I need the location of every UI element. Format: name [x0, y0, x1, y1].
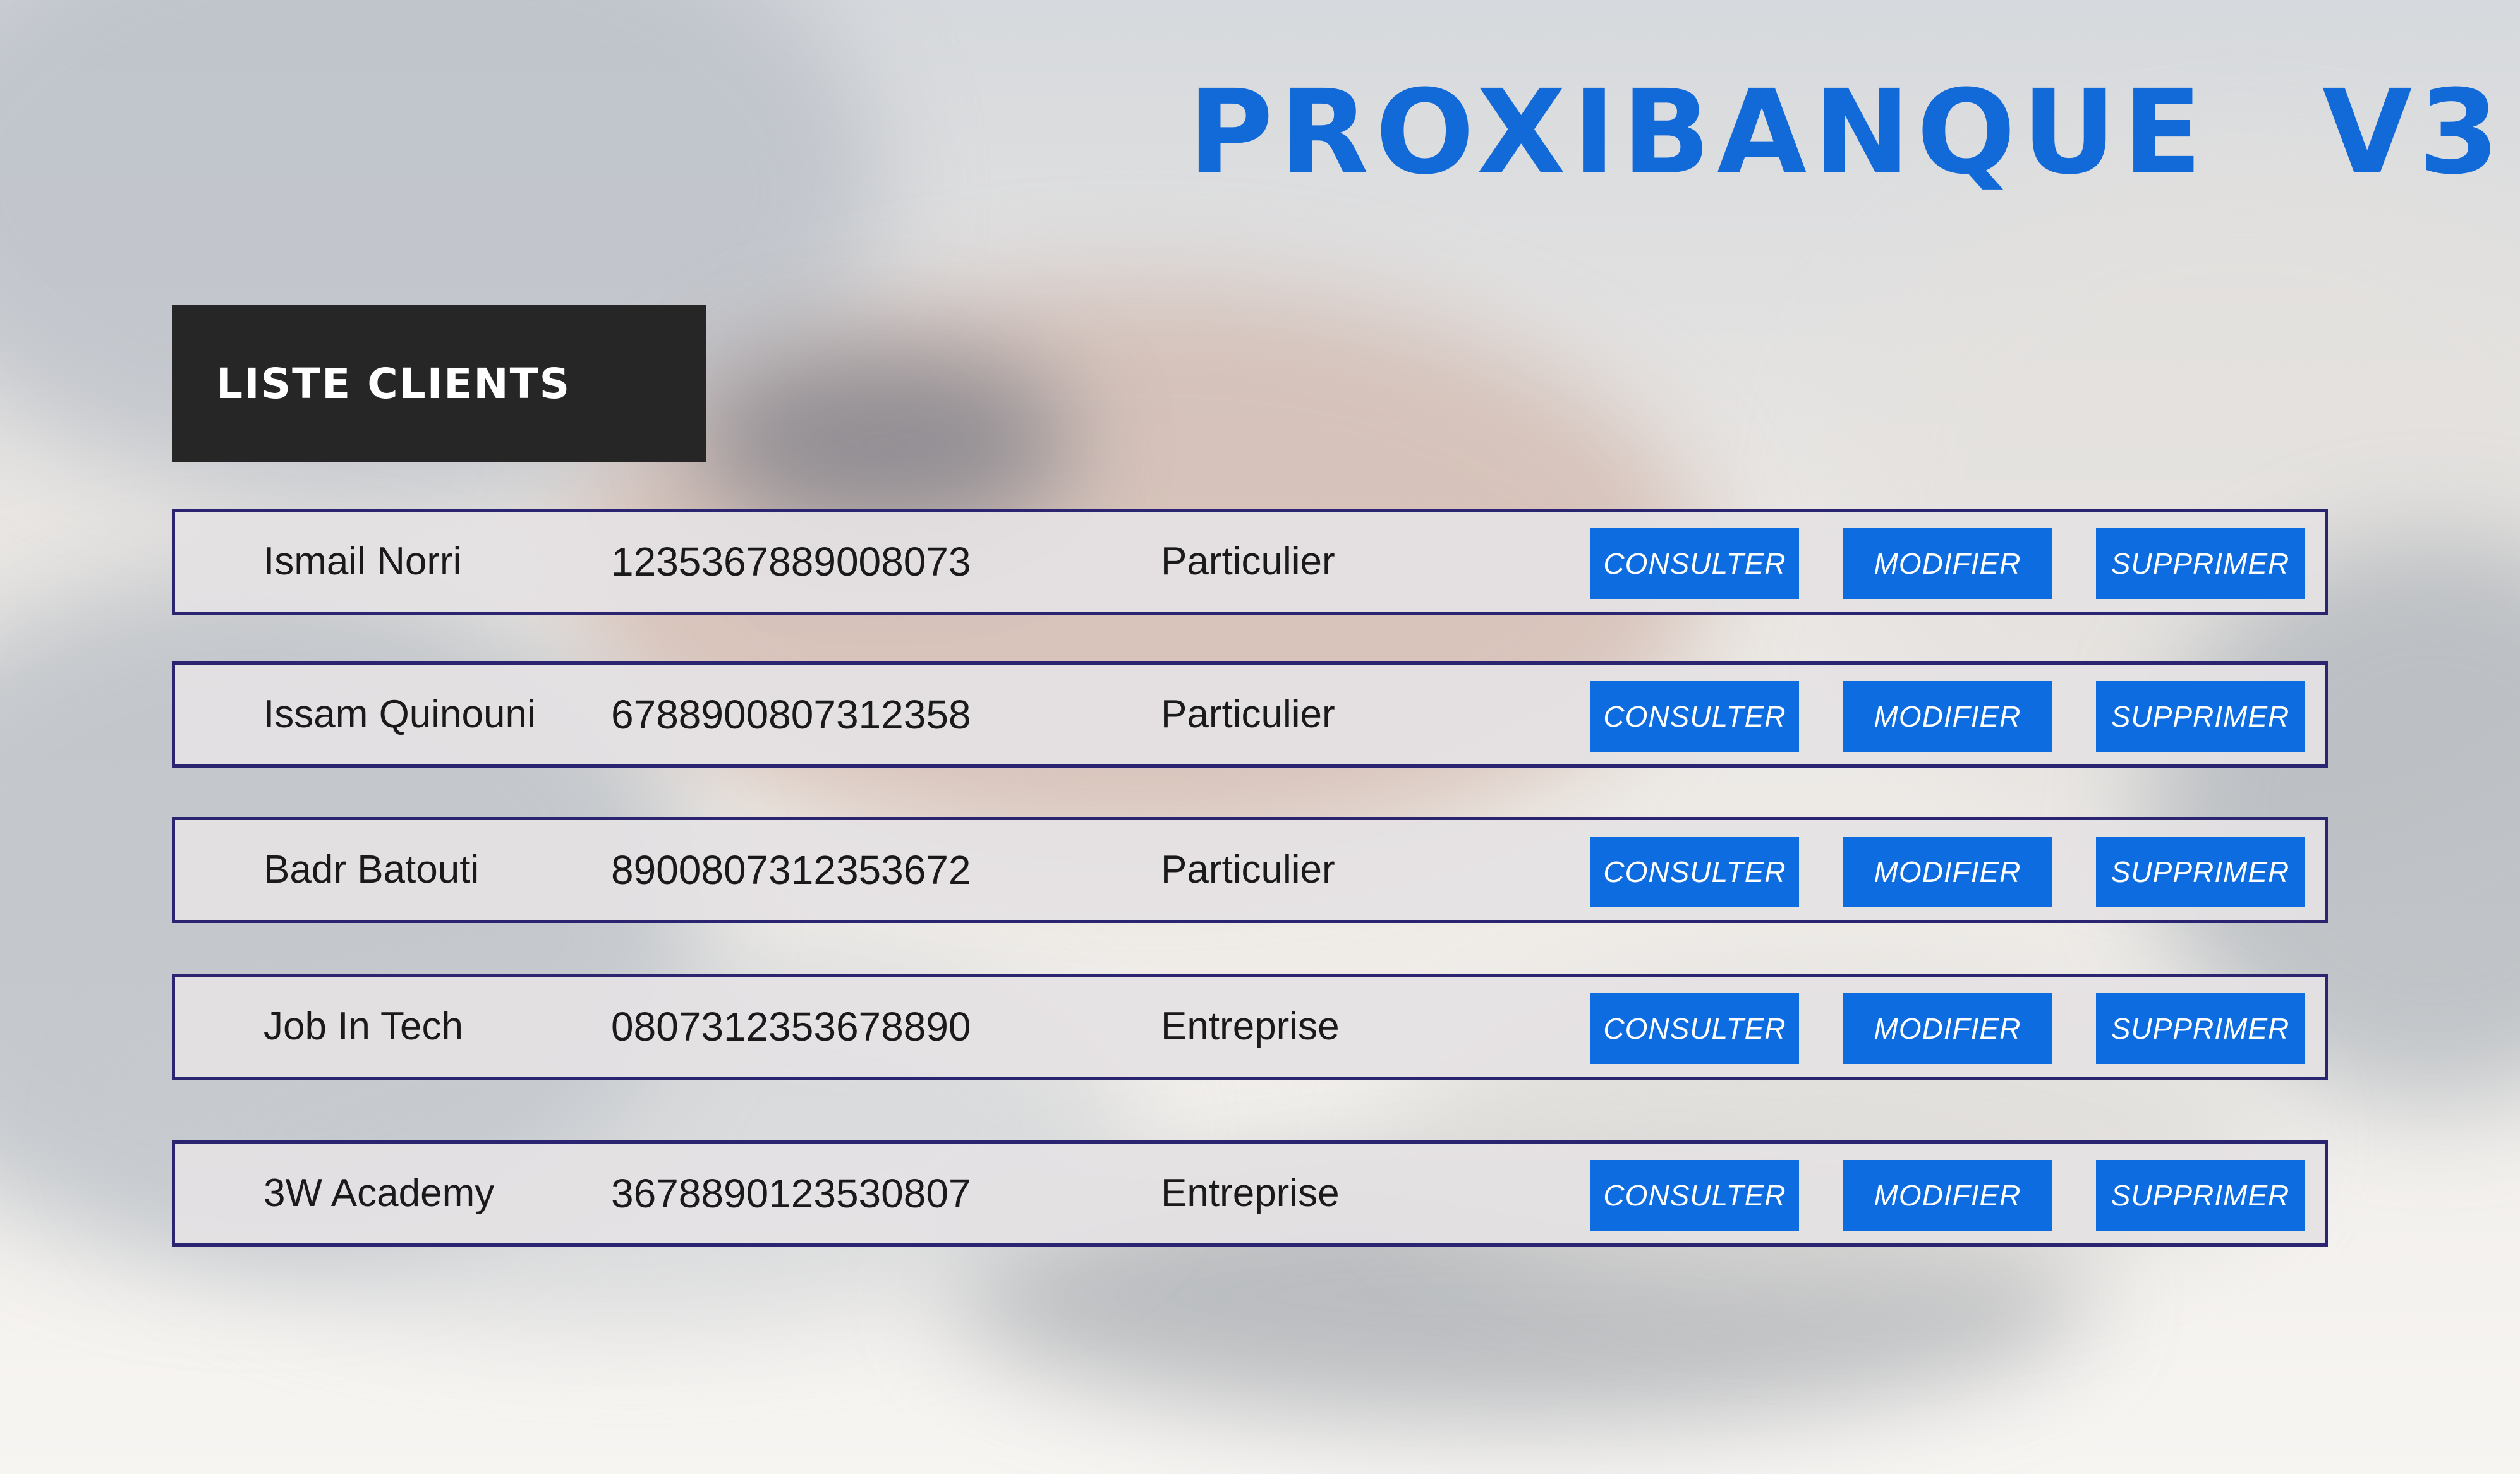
- app-name: PROXIBANQUE: [1188, 65, 2208, 200]
- client-name: Job In Tech: [264, 1005, 463, 1048]
- client-name: Ismail Norri: [264, 540, 462, 583]
- delete-button[interactable]: SUPPRIMER: [2096, 528, 2305, 599]
- client-row: Job In Tech 0807312353678890 Entreprise …: [172, 974, 2328, 1080]
- modify-button[interactable]: MODIFIER: [1843, 528, 2052, 599]
- client-row: Ismail Norri 1235367889008073 Particulie…: [172, 509, 2328, 615]
- consult-button[interactable]: CONSULTER: [1590, 528, 1799, 599]
- modify-button[interactable]: MODIFIER: [1843, 1160, 2052, 1231]
- app-version: V3: [2322, 65, 2506, 200]
- client-row: 3W Academy 3678890123530807 Entreprise C…: [172, 1140, 2328, 1247]
- client-type: Entreprise: [1161, 1005, 1340, 1048]
- client-account-number: 8900807312353672: [611, 847, 971, 893]
- delete-button[interactable]: SUPPRIMER: [2096, 681, 2305, 752]
- delete-button[interactable]: SUPPRIMER: [2096, 1160, 2305, 1231]
- client-row: Issam Quinouni 6788900807312358 Particul…: [172, 661, 2328, 768]
- client-account-number: 1235367889008073: [611, 539, 971, 584]
- modify-button[interactable]: MODIFIER: [1843, 681, 2052, 752]
- consult-button[interactable]: CONSULTER: [1590, 1160, 1799, 1231]
- client-name: Badr Batouti: [264, 848, 480, 891]
- client-name: Issam Quinouni: [264, 692, 536, 736]
- consult-button[interactable]: CONSULTER: [1590, 681, 1799, 752]
- client-name: 3W Academy: [264, 1171, 495, 1215]
- client-type: Particulier: [1161, 692, 1335, 736]
- client-type: Particulier: [1161, 540, 1335, 583]
- modify-button[interactable]: MODIFIER: [1843, 837, 2052, 907]
- client-type: Particulier: [1161, 848, 1335, 891]
- delete-button[interactable]: SUPPRIMER: [2096, 837, 2305, 907]
- client-account-number: 6788900807312358: [611, 692, 971, 737]
- client-account-number: 0807312353678890: [611, 1004, 971, 1049]
- delete-button[interactable]: SUPPRIMER: [2096, 993, 2305, 1064]
- consult-button[interactable]: CONSULTER: [1590, 993, 1799, 1064]
- app-title: PROXIBANQUE V3: [1188, 65, 2499, 200]
- consult-button[interactable]: CONSULTER: [1590, 837, 1799, 907]
- section-header: LISTE CLIENTS: [172, 305, 706, 462]
- client-row: Badr Batouti 8900807312353672 Particulie…: [172, 817, 2328, 923]
- section-title: LISTE CLIENTS: [216, 359, 571, 408]
- client-account-number: 3678890123530807: [611, 1171, 971, 1216]
- client-type: Entreprise: [1161, 1171, 1340, 1215]
- modify-button[interactable]: MODIFIER: [1843, 993, 2052, 1064]
